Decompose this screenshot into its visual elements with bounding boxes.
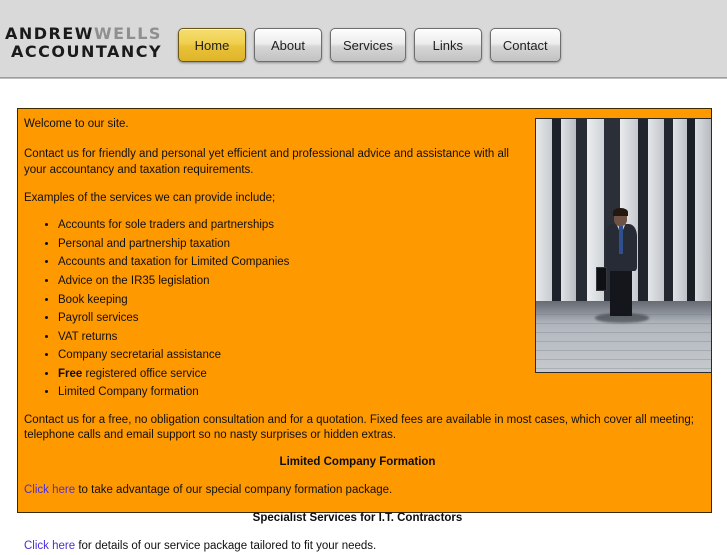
hero-photo	[535, 118, 712, 373]
logo-text-andrew: ANDREW	[5, 24, 94, 43]
column-6	[672, 119, 687, 302]
list-item: Accounts for sole traders and partnershi…	[58, 218, 524, 234]
figure-briefcase	[595, 267, 608, 291]
service-label: registered office service	[82, 367, 207, 380]
service-label: Book keeping	[58, 293, 128, 306]
list-item: Book keeping	[58, 293, 524, 309]
service-label: Personal and partnership taxation	[58, 237, 230, 250]
service-label: Payroll services	[58, 312, 139, 325]
column-gap-1	[551, 119, 561, 302]
welcome-text: Welcome to our site.	[24, 118, 129, 130]
column-gap-2	[576, 119, 587, 302]
logo-line-one: ANDREWWELLS	[5, 26, 170, 42]
nav-button-services[interactable]: Services	[330, 28, 406, 62]
content-panel: Welcome to our site. Contact us for frie…	[17, 108, 712, 552]
service-label: Accounts for sole traders and partnershi…	[58, 219, 275, 232]
column-gap-5	[663, 119, 673, 302]
service-label: Accounts and taxation for Limited Compan…	[58, 256, 290, 269]
nav-button-about[interactable]: About	[254, 28, 322, 62]
click-here-link-it-services[interactable]: Click here	[24, 540, 75, 552]
list-item: Free registered office service	[58, 367, 524, 383]
list-item: Advice on the IR35 legislation	[58, 274, 524, 290]
businessman-figure	[594, 207, 649, 323]
contact-paragraph: Contact us for a free, no obligation con…	[24, 413, 694, 442]
list-item: Company secretarial assistance	[58, 348, 524, 364]
list-item: Accounts and taxation for Limited Compan…	[58, 255, 524, 271]
service-emphasis: Free	[58, 367, 83, 380]
figure-tie	[618, 226, 624, 254]
column-7	[695, 119, 711, 302]
service-label: Company secretarial assistance	[58, 349, 221, 362]
service-label: Advice on the IR35 legislation	[58, 274, 210, 287]
formation-link-paragraph: Click here to take advantage of our spec…	[24, 482, 701, 498]
column-5	[648, 119, 664, 302]
services-lead-in: Examples of the services we can provide …	[24, 191, 276, 204]
site-logo[interactable]: ANDREWWELLS ACCOUNTANCY	[5, 26, 170, 60]
heading-specialist-it-services: Specialist Services for I.T. Contractors	[252, 512, 463, 525]
logo-text-accountancy: ACCOUNTANCY	[11, 42, 163, 61]
nav-button-home[interactable]: Home	[178, 28, 246, 62]
column-1	[536, 119, 552, 302]
figure-hair	[613, 207, 628, 217]
list-item: Personal and partnership taxation	[58, 237, 524, 253]
services-list: Accounts for sole traders and partnershi…	[24, 218, 524, 400]
formation-link-trailing-text: to take advantage of our special company…	[75, 484, 393, 497]
intro-paragraph: Contact us for friendly and personal yet…	[24, 147, 509, 176]
column-2	[560, 119, 577, 302]
heading-limited-company-formation: Limited Company Formation	[279, 456, 436, 469]
click-here-link-formation[interactable]: Click here	[24, 484, 75, 496]
logo-text-wells: WELLS	[93, 24, 162, 43]
nav-button-links[interactable]: Links	[413, 28, 482, 62]
main-navigation: Home About Services Links Contact	[178, 28, 561, 62]
site-header: ANDREWWELLS ACCOUNTANCY Home About Servi…	[0, 0, 727, 79]
list-item: Payroll services	[58, 311, 524, 327]
service-label: VAT returns	[58, 330, 118, 343]
service-label: Limited Company formation	[58, 386, 199, 399]
list-item: Limited Company formation	[58, 385, 524, 401]
it-link-trailing-text: for details of our service package tailo…	[75, 540, 377, 553]
nav-button-contact[interactable]: Contact	[489, 28, 561, 62]
list-item: VAT returns	[58, 330, 524, 346]
it-link-paragraph: Click here for details of our service pa…	[24, 538, 701, 554]
column-gap-6	[686, 119, 696, 302]
figure-legs	[610, 268, 632, 317]
photo-scene	[536, 119, 711, 372]
